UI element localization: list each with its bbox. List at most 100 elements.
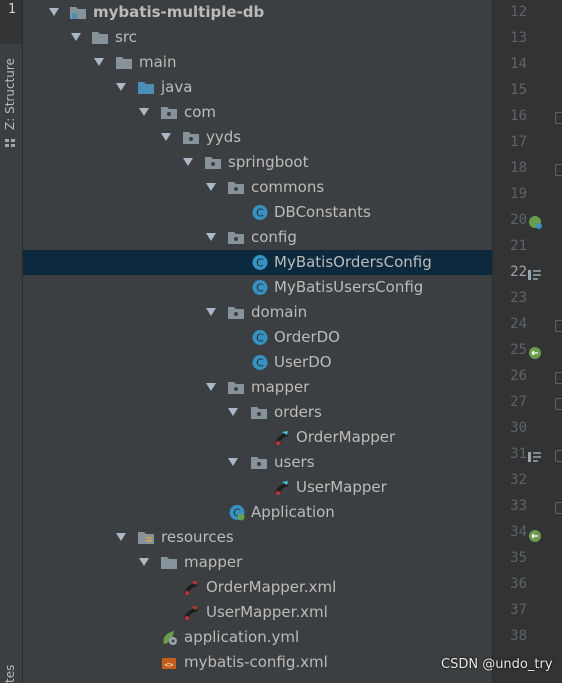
tree-node-java[interactable]: java bbox=[23, 75, 493, 100]
tree-label: mapper bbox=[184, 553, 243, 571]
bottom-tool-tab[interactable]: tes bbox=[3, 665, 17, 683]
tree-node-orders[interactable]: orders bbox=[23, 400, 493, 425]
tree-node-commons[interactable]: commons bbox=[23, 175, 493, 200]
tree-node-resources-mapper[interactable]: mapper bbox=[23, 550, 493, 575]
tree-node-mybatis-config-xml[interactable]: <> mybatis-config.xml bbox=[23, 650, 493, 675]
expand-arrow-icon[interactable] bbox=[70, 25, 84, 50]
spring-bean-gutter-icon[interactable] bbox=[528, 215, 543, 230]
tree-label: java bbox=[161, 78, 193, 96]
folder-icon bbox=[161, 557, 177, 569]
tree-node-application[interactable]: C Application bbox=[23, 500, 493, 525]
tree-node-yyds[interactable]: yyds bbox=[23, 125, 493, 150]
spring-boot-class-icon: C bbox=[229, 505, 245, 521]
mybatis-xml-icon bbox=[184, 606, 198, 620]
tree-node-com[interactable]: com bbox=[23, 100, 493, 125]
line-number: 34 bbox=[510, 524, 527, 540]
expand-arrow-icon[interactable] bbox=[205, 375, 219, 400]
line-number: 14 bbox=[510, 56, 527, 72]
override-gutter-icon[interactable] bbox=[527, 268, 543, 282]
tree-label: domain bbox=[251, 303, 308, 321]
expand-arrow-icon[interactable] bbox=[227, 400, 241, 425]
fold-marker-icon[interactable] bbox=[555, 502, 562, 514]
expand-arrow-icon[interactable] bbox=[48, 0, 62, 25]
xml-file-icon: <> bbox=[162, 658, 176, 669]
expand-arrow-icon[interactable] bbox=[138, 100, 152, 125]
tree-node-usermapper-xml[interactable]: UserMapper.xml bbox=[23, 600, 493, 625]
svg-text:C: C bbox=[256, 332, 264, 345]
fold-marker-icon[interactable] bbox=[555, 164, 562, 176]
expand-arrow-icon[interactable] bbox=[182, 150, 196, 175]
fold-marker-icon[interactable] bbox=[555, 398, 562, 410]
svg-text:C: C bbox=[256, 257, 264, 270]
override-gutter-icon[interactable] bbox=[527, 450, 543, 464]
tree-node-root[interactable]: mybatis-multiple-db bbox=[23, 0, 493, 25]
expand-arrow-icon[interactable] bbox=[205, 300, 219, 325]
tree-node-ordermapper[interactable]: OrderMapper bbox=[23, 425, 493, 450]
tree-node-mybatis-orders-config[interactable]: C MyBatisOrdersConfig bbox=[23, 250, 493, 275]
expand-arrow-icon[interactable] bbox=[227, 450, 241, 475]
tree-node-resources[interactable]: resources bbox=[23, 525, 493, 550]
tree-node-usermapper[interactable]: UserMapper bbox=[23, 475, 493, 500]
class-icon: C bbox=[252, 205, 268, 220]
tree-label: OrderDO bbox=[274, 328, 340, 346]
fold-marker-icon[interactable] bbox=[555, 112, 562, 124]
line-number: 21 bbox=[510, 238, 527, 254]
tree-node-mybatis-users-config[interactable]: C MyBatisUsersConfig bbox=[23, 275, 493, 300]
spring-bean-gutter-icon[interactable] bbox=[528, 529, 543, 544]
tree-node-orderdo[interactable]: C OrderDO bbox=[23, 325, 493, 350]
expand-arrow-icon[interactable] bbox=[93, 50, 107, 75]
line-number: 12 bbox=[510, 4, 527, 20]
tool-window-stripe: 1 Z: Structure tes bbox=[0, 0, 23, 683]
expand-arrow-icon[interactable] bbox=[205, 175, 219, 200]
package-icon bbox=[228, 382, 244, 394]
tree-node-config[interactable]: config bbox=[23, 225, 493, 250]
package-icon bbox=[228, 232, 244, 244]
expand-arrow-icon[interactable] bbox=[138, 550, 152, 575]
fold-marker-icon[interactable] bbox=[555, 320, 562, 332]
expand-arrow-icon[interactable] bbox=[160, 125, 174, 150]
expand-arrow-icon[interactable] bbox=[205, 225, 219, 250]
tree-label: application.yml bbox=[184, 628, 300, 646]
tree-label: yyds bbox=[206, 128, 242, 146]
tree-label: DBConstants bbox=[274, 203, 371, 221]
spring-bean-gutter-icon[interactable] bbox=[528, 346, 543, 361]
line-number: 16 bbox=[510, 108, 527, 124]
tree-label: orders bbox=[274, 403, 322, 421]
tree-label: MyBatisUsersConfig bbox=[274, 278, 424, 296]
svg-text:<>: <> bbox=[165, 661, 173, 669]
line-number: 19 bbox=[510, 186, 527, 202]
tree-node-application-yml[interactable]: application.yml bbox=[23, 625, 493, 650]
project-tool-tab[interactable]: 1 bbox=[0, 0, 22, 44]
tree-label: mybatis-config.xml bbox=[184, 653, 328, 671]
tree-node-springboot[interactable]: springboot bbox=[23, 150, 493, 175]
structure-tab[interactable]: Z: Structure bbox=[3, 58, 17, 130]
tree-label: config bbox=[251, 228, 297, 246]
tree-node-main[interactable]: main bbox=[23, 50, 493, 75]
tree-node-ordermapper-xml[interactable]: OrderMapper.xml bbox=[23, 575, 493, 600]
tree-node-src[interactable]: src bbox=[23, 25, 493, 50]
tree-node-userdo[interactable]: C UserDO bbox=[23, 350, 493, 375]
line-number-current: 22 bbox=[510, 264, 527, 280]
fold-marker-icon[interactable] bbox=[555, 450, 562, 462]
line-number: 26 bbox=[510, 368, 527, 384]
tree-label: commons bbox=[251, 178, 325, 196]
package-icon bbox=[161, 107, 177, 119]
fold-marker-icon[interactable] bbox=[555, 372, 562, 384]
tree-label: UserDO bbox=[274, 353, 332, 371]
tree-label: mapper bbox=[251, 378, 310, 396]
line-number: 32 bbox=[510, 472, 527, 488]
tree-node-domain[interactable]: domain bbox=[23, 300, 493, 325]
tree-node-mapper[interactable]: mapper bbox=[23, 375, 493, 400]
line-number: 25 bbox=[510, 342, 527, 358]
line-number: 24 bbox=[510, 316, 527, 332]
svg-text:C: C bbox=[256, 207, 264, 220]
expand-arrow-icon[interactable] bbox=[115, 75, 129, 100]
tree-label: UserMapper.xml bbox=[206, 603, 328, 621]
package-icon bbox=[251, 457, 267, 469]
tree-node-users[interactable]: users bbox=[23, 450, 493, 475]
expand-arrow-icon[interactable] bbox=[115, 525, 129, 550]
line-number: 13 bbox=[510, 30, 527, 46]
tree-node-dbconstants[interactable]: C DBConstants bbox=[23, 200, 493, 225]
tree-label: mybatis-multiple-db bbox=[93, 3, 265, 21]
project-tree[interactable]: mybatis-multiple-db src main java com yy… bbox=[23, 0, 493, 683]
